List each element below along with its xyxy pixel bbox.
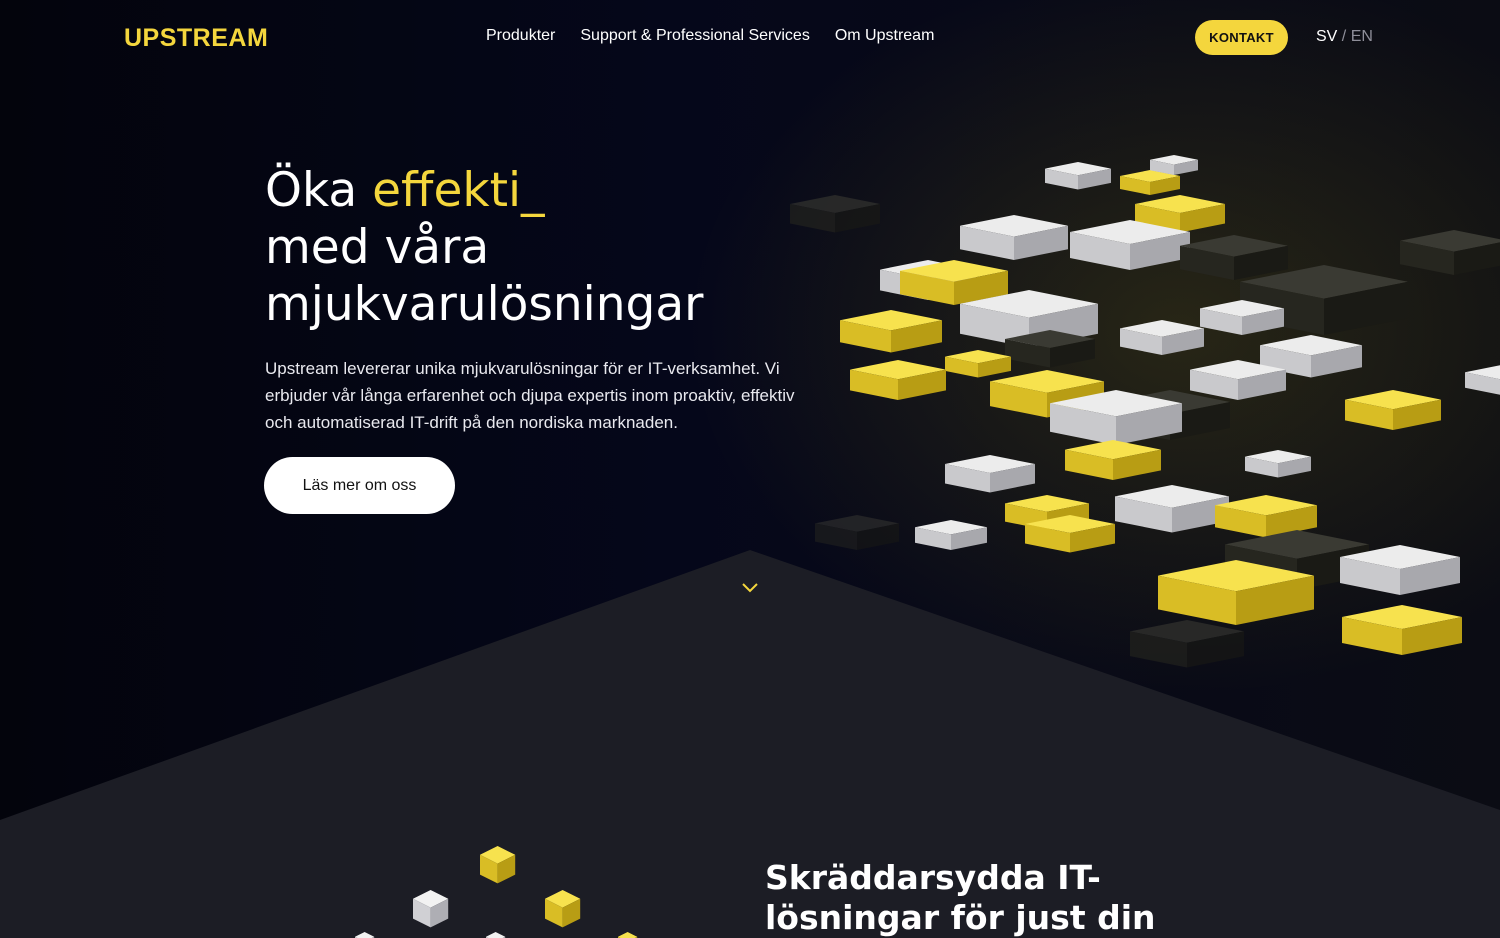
- hero-lead-text: Upstream levererar unika mjukvarulösning…: [265, 359, 795, 432]
- headline-accent: effekti_: [372, 163, 545, 218]
- lang-sv[interactable]: SV: [1316, 28, 1337, 45]
- contact-button[interactable]: KONTAKT: [1195, 20, 1288, 55]
- nav-item-om-upstream[interactable]: Om Upstream: [835, 27, 935, 45]
- main-nav: Produkter Support & Professional Service…: [486, 27, 934, 45]
- section-headline: Skräddarsydda IT-lösningar för just din: [765, 858, 1156, 937]
- headline-line-3: mjukvarulösningar: [265, 277, 704, 332]
- language-switcher: SV / EN: [1316, 28, 1373, 46]
- headline-word: Öka: [265, 163, 373, 218]
- lang-en[interactable]: EN: [1351, 28, 1373, 45]
- chevron-down-icon[interactable]: [740, 578, 760, 598]
- headline-line-2: med våra: [265, 220, 490, 275]
- read-more-button[interactable]: Läs mer om oss: [264, 457, 455, 514]
- lang-separator: /: [1337, 28, 1351, 45]
- hero-headline: Öka effekti_ med våra mjukvarulösningar: [265, 162, 825, 333]
- small-cubes-illustration: [355, 846, 638, 938]
- nav-item-support[interactable]: Support & Professional Services: [580, 27, 809, 45]
- nav-item-produkter[interactable]: Produkter: [486, 27, 555, 45]
- brand-logo[interactable]: UPSTREAM: [124, 24, 268, 53]
